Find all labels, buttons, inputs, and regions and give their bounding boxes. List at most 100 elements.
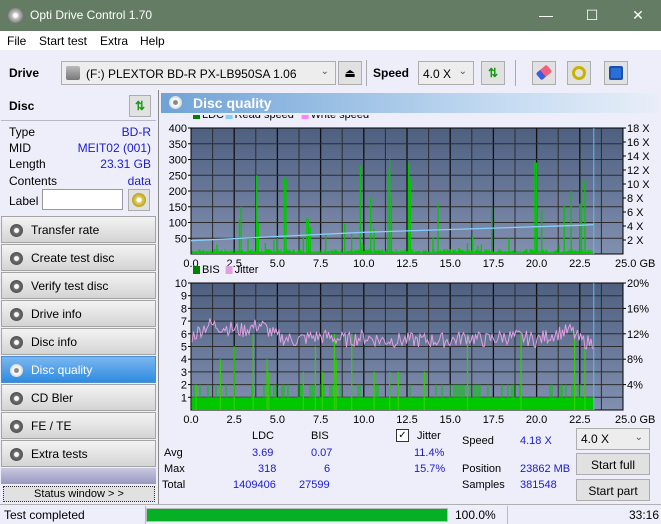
jitter-checkbox[interactable]: ✓ [396, 429, 409, 442]
menu-file[interactable]: File [7, 34, 26, 48]
gears-icon [572, 66, 586, 80]
legend-swatch [301, 115, 309, 119]
nav-disc-info[interactable]: Disc info [1, 328, 156, 355]
chevron-down-icon: ⌄ [320, 66, 329, 77]
y2-tick-label: 18 X [627, 123, 650, 135]
disc-mid-key: MID [9, 141, 31, 155]
x-tick-label: 5.0 [270, 258, 285, 270]
speed-label: Speed [373, 66, 410, 80]
menu-help[interactable]: Help [140, 34, 165, 48]
nav-label: Create test disc [31, 251, 115, 265]
toolbar-separator [366, 60, 367, 86]
drive-select-value: (F:) PLEXTOR BD-R PX-LB950SA 1.06 [86, 67, 297, 81]
start-part-button[interactable]: Start part [576, 479, 650, 501]
disc-nav-icon [10, 448, 23, 461]
menu-start-test[interactable]: Start test [39, 34, 87, 48]
disc-nav-icon [10, 308, 23, 321]
nav-fe-te[interactable]: FE / TE [1, 412, 156, 439]
start-full-button[interactable]: Start full [576, 453, 650, 475]
disc-refresh-button[interactable]: ⇅ [129, 95, 151, 117]
nav-label: Drive info [31, 307, 82, 321]
y-tick-label: 6 [181, 329, 187, 341]
y2-tick-label: 8 X [627, 193, 644, 205]
disc-nav-icon [10, 392, 23, 405]
x-tick-label: 12.5 [396, 414, 417, 426]
nav-label: Transfer rate [31, 223, 100, 237]
floppy-disk-icon [609, 66, 623, 80]
close-button[interactable]: ✕ [615, 0, 661, 31]
y2-tick-label: 16% [627, 303, 649, 315]
save-button[interactable] [604, 61, 628, 85]
y2-tick-label: 4% [627, 380, 643, 392]
x-tick-label: 20.0 [526, 258, 547, 270]
y-tick-label: 300 [169, 155, 187, 167]
nav-extra-tests[interactable]: Extra tests [1, 440, 156, 467]
legend-label: Read speed [235, 115, 294, 121]
menu-extra[interactable]: Extra [100, 34, 128, 48]
x-tick-label: 10.0 [353, 414, 374, 426]
refresh-button[interactable]: ⇅ [481, 61, 505, 85]
legend-swatch [193, 266, 200, 274]
avg-bis: 0.07 [311, 447, 333, 459]
y2-tick-label: 16 X [627, 137, 650, 149]
nav-create-test-disc[interactable]: Create test disc [1, 244, 156, 271]
chevron-down-icon: ⌄ [634, 432, 643, 443]
disc-nav-icon [10, 252, 23, 265]
minimize-button[interactable]: — [523, 0, 569, 31]
erase-button[interactable] [532, 61, 556, 85]
nav-drive-info[interactable]: Drive info [1, 300, 156, 327]
disc-header: Disc [9, 99, 35, 113]
toolbar: Drive (F:) PLEXTOR BD-R PX-LB950SA 1.06 … [0, 50, 661, 90]
nav-disc-quality[interactable]: Disc quality [1, 356, 156, 383]
title-bar: Opti Drive Control 1.70 — ☐ ✕ [0, 0, 661, 31]
settings-button[interactable] [567, 61, 591, 85]
eject-button[interactable]: ⏏ [338, 61, 362, 85]
y-tick-label: 150 [169, 202, 187, 214]
app-disc-icon [8, 8, 23, 23]
x-tick-label: 17.5 [483, 414, 504, 426]
nav-label: Extra tests [31, 447, 88, 461]
disc-label-key: Label [9, 194, 39, 208]
x-tick-label: 22.5 [569, 414, 590, 426]
eraser-icon [535, 64, 553, 81]
x-tick-label: 7.5 [313, 258, 328, 270]
toolbar-separator [515, 60, 516, 86]
test-speed-select[interactable]: 4.0 X ⌄ [576, 428, 650, 450]
y-tick-label: 9 [181, 291, 187, 303]
col-bis-header: BIS [311, 430, 329, 442]
nav-label: CD Bler [31, 391, 74, 405]
nav-cd-bler[interactable]: CD Bler [1, 384, 156, 411]
x-tick-label: 7.5 [313, 414, 328, 426]
x-tick-label: 15.0 [439, 414, 460, 426]
disc-label-input[interactable] [42, 189, 123, 210]
nav-transfer-rate[interactable]: Transfer rate [1, 216, 156, 243]
disc-label-button[interactable] [128, 189, 150, 211]
avg-jitter: 11.4% [414, 447, 445, 459]
max-jitter: 15.7% [414, 463, 446, 475]
max-label: Max [164, 463, 185, 475]
total-bis: 27599 [299, 479, 330, 491]
avg-ldc: 3.69 [252, 447, 274, 459]
chevron-down-icon: ⌄ [458, 66, 467, 77]
speed-stat-label: Speed [462, 435, 494, 447]
nav-verify-test-disc[interactable]: Verify test disc [1, 272, 156, 299]
y2-tick-label: 4 X [627, 221, 644, 233]
cd-icon [132, 193, 146, 207]
status-window-button[interactable]: Status window > > [3, 486, 155, 502]
maximize-button[interactable]: ☐ [569, 0, 615, 31]
disc-type-value: BD-R [121, 125, 151, 139]
window-title: Opti Drive Control 1.70 [30, 8, 153, 22]
speed-select[interactable]: 4.0 X ⌄ [418, 61, 474, 85]
x-tick-label: 2.5 [227, 414, 242, 426]
left-panel: Disc ⇅ Type BD-R MID MEIT02 (001) Length… [0, 90, 158, 504]
y-tick-label: 200 [169, 186, 187, 198]
y-tick-label: 5 [181, 342, 187, 354]
x-tick-label: 0.0 [183, 414, 198, 426]
y2-tick-label: 2 X [627, 235, 644, 247]
y2-tick-label: 10 X [627, 179, 650, 191]
samples-label: Samples [462, 479, 505, 491]
drive-select[interactable]: (F:) PLEXTOR BD-R PX-LB950SA 1.06 ⌄ [61, 61, 336, 85]
nav-label: Verify test disc [31, 279, 109, 293]
max-ldc: 318 [258, 463, 277, 475]
legend-label: Write speed [311, 115, 370, 121]
